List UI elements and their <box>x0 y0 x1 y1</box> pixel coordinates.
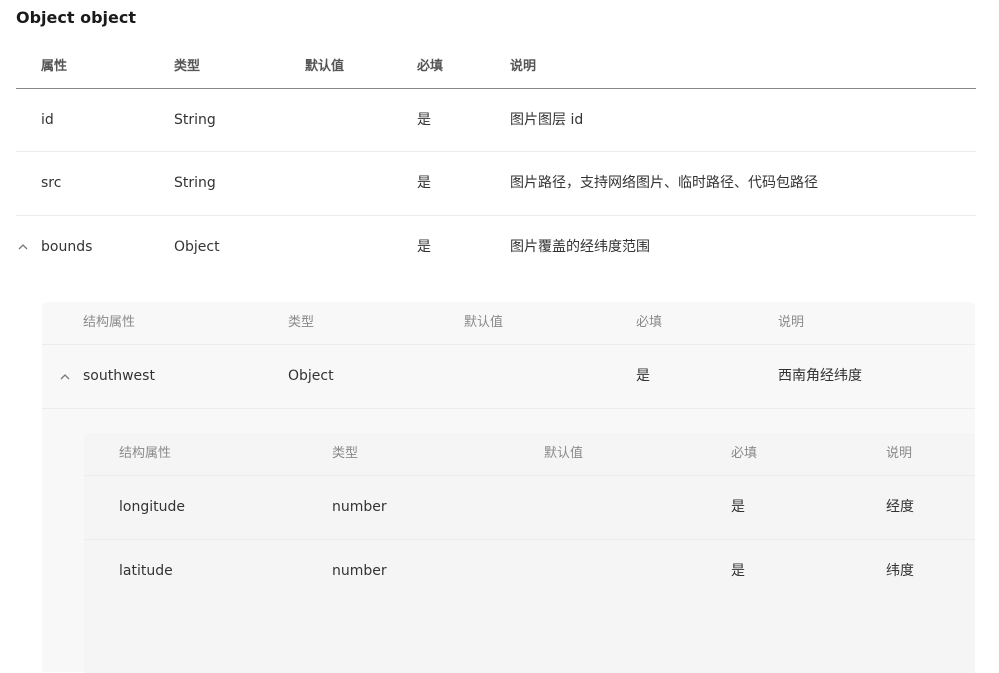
row-name: src <box>41 175 62 191</box>
row-name: longitude <box>119 499 185 515</box>
row-description: 图片覆盖的经纬度范围 <box>510 239 650 255</box>
row-required: 是 <box>731 563 745 579</box>
row-required: 是 <box>417 175 431 191</box>
row-required: 是 <box>417 112 431 128</box>
row-required: 是 <box>636 368 650 384</box>
row-type: number <box>332 499 387 515</box>
header-property: 属性 <box>41 59 68 74</box>
header-type: 类型 <box>332 446 359 461</box>
header-required: 必填 <box>731 446 758 461</box>
chevron-up-icon[interactable] <box>58 370 72 384</box>
header-description: 说明 <box>886 446 913 461</box>
row-required: 是 <box>417 239 431 255</box>
header-description: 说明 <box>510 59 537 74</box>
header-type: 类型 <box>288 315 315 330</box>
row-name: southwest <box>83 368 155 384</box>
header-divider <box>84 475 975 476</box>
row-divider <box>42 408 975 409</box>
row-type: number <box>332 563 387 579</box>
header-description: 说明 <box>778 315 805 330</box>
row-divider <box>16 151 976 152</box>
row-description: 经度 <box>886 499 914 515</box>
row-description: 纬度 <box>886 563 914 579</box>
row-divider <box>16 215 976 216</box>
header-struct-property: 结构属性 <box>119 446 172 461</box>
header-required: 必填 <box>417 59 444 74</box>
header-struct-property: 结构属性 <box>83 315 136 330</box>
row-name: latitude <box>119 563 173 579</box>
row-type: Object <box>288 368 334 384</box>
row-type: String <box>174 112 216 128</box>
header-type: 类型 <box>174 59 201 74</box>
row-description: 西南角经纬度 <box>778 368 862 384</box>
header-divider <box>16 88 976 89</box>
row-description: 图片图层 id <box>510 112 584 128</box>
chevron-up-icon[interactable] <box>16 240 30 254</box>
header-default: 默认值 <box>464 315 504 330</box>
row-name: bounds <box>41 239 93 255</box>
row-description: 图片路径，支持网络图片、临时路径、代码包路径 <box>510 175 818 191</box>
header-required: 必填 <box>636 315 663 330</box>
header-divider <box>42 344 975 345</box>
header-default: 默认值 <box>305 59 345 74</box>
row-name: id <box>41 112 54 128</box>
row-type: Object <box>174 239 220 255</box>
row-type: String <box>174 175 216 191</box>
section-title: Object object <box>16 8 137 27</box>
southwest-subtable <box>84 433 975 673</box>
row-required: 是 <box>731 499 745 515</box>
header-default: 默认值 <box>544 446 584 461</box>
row-divider <box>84 539 975 540</box>
